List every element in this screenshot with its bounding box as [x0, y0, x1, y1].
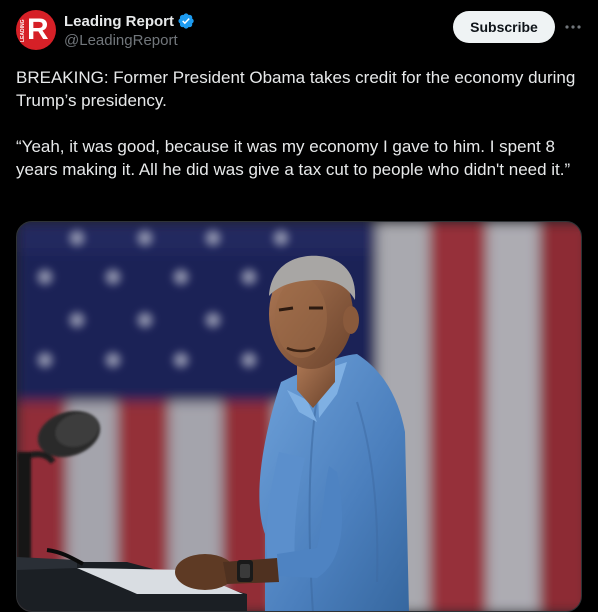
display-name-row: Leading Report	[64, 11, 195, 31]
author-names: Leading Report @LeadingReport	[64, 11, 195, 49]
tweet-paragraph: BREAKING: Former President Obama takes c…	[16, 68, 576, 110]
handle[interactable]: @LeadingReport	[64, 32, 195, 49]
tweet-text: BREAKING: Former President Obama takes c…	[16, 66, 576, 181]
tweet-paragraph: “Yeah, it was good, because it was my ec…	[16, 137, 571, 179]
tweet-photo[interactable]	[16, 221, 582, 612]
more-horizontal-icon[interactable]	[563, 17, 583, 37]
subscribe-button[interactable]: Subscribe	[453, 11, 555, 43]
tweet-header: LEADING R Leading Report @LeadingReport …	[16, 8, 582, 52]
avatar-letter: R	[27, 13, 49, 46]
avatar-side-text: LEADING	[20, 19, 26, 43]
speaker-at-podium-photo	[17, 222, 581, 611]
verified-badge-icon	[178, 13, 194, 29]
display-name[interactable]: Leading Report	[64, 13, 174, 30]
avatar[interactable]: LEADING R	[16, 10, 56, 50]
